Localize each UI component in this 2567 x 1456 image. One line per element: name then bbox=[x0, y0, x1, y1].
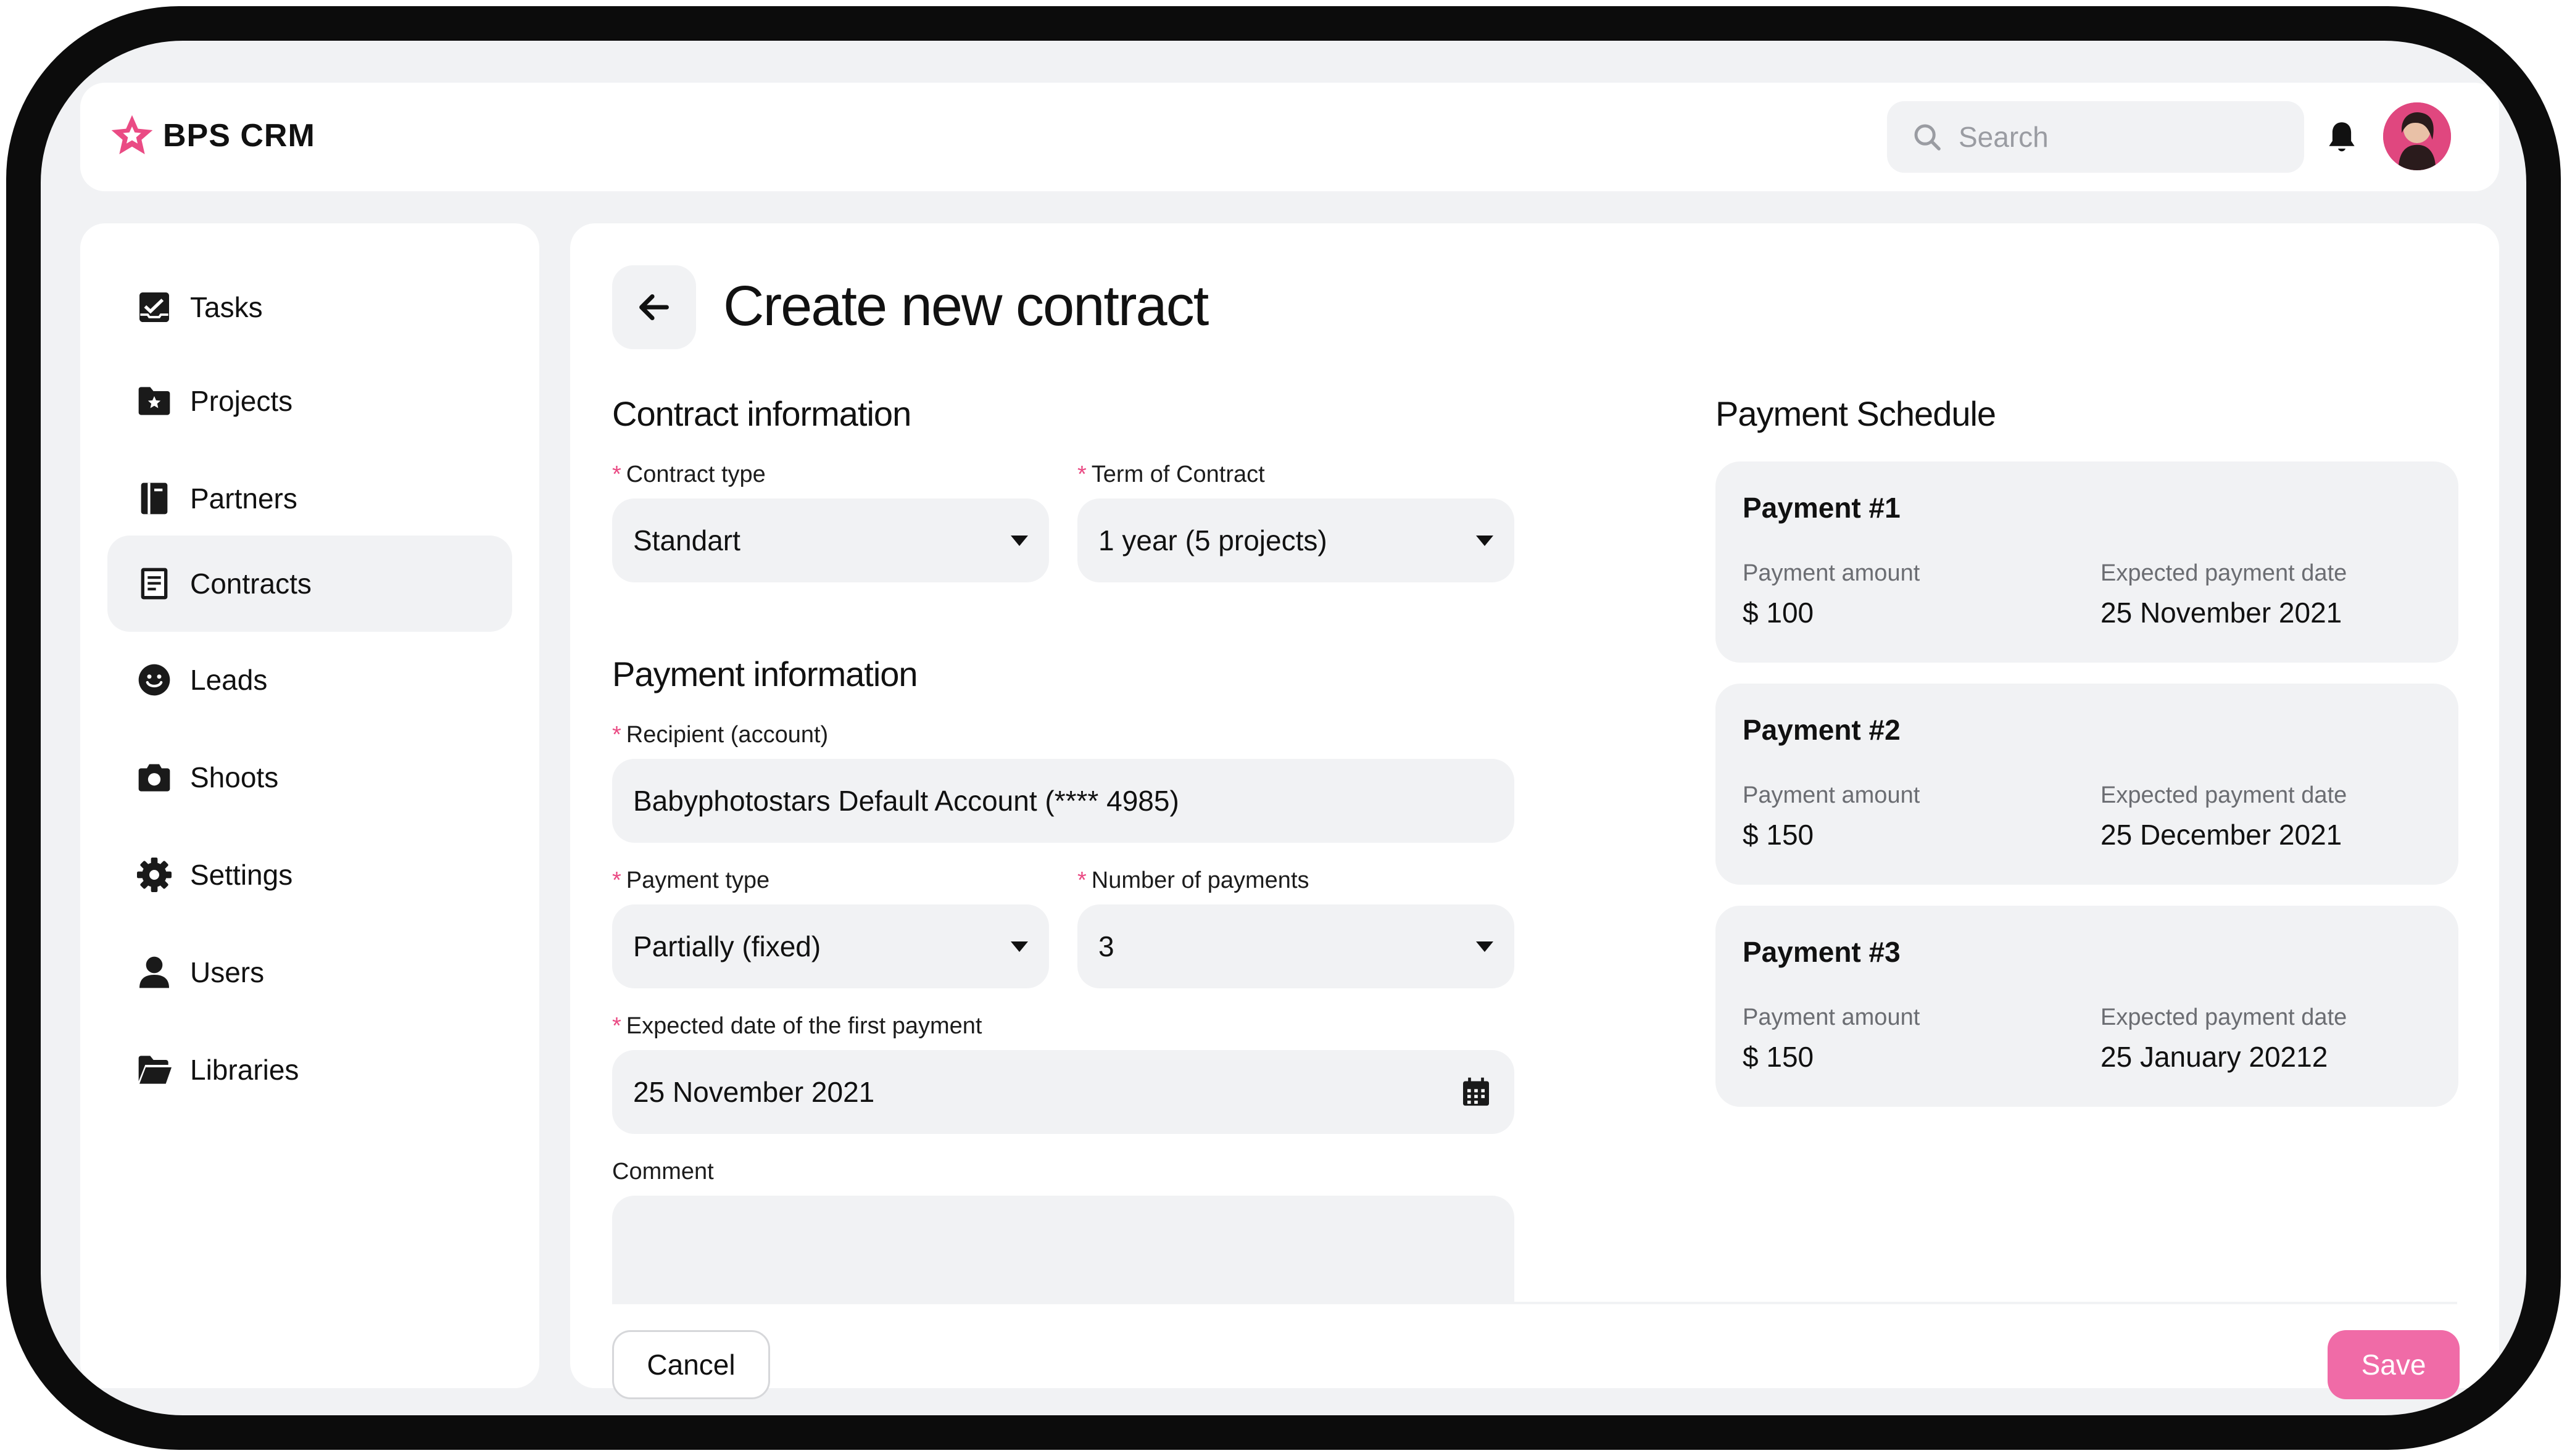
footer-divider bbox=[612, 1302, 2457, 1304]
num-payments-label: * Number of payments bbox=[1077, 867, 1309, 893]
payment-amount-value: $ 100 bbox=[1743, 597, 1814, 629]
payment-card: Payment #1 Payment amount $ 100 Expected… bbox=[1715, 461, 2458, 663]
num-payments-select[interactable]: 3 bbox=[1077, 904, 1514, 988]
first-date-value: 25 November 2021 bbox=[633, 1076, 875, 1108]
sidebar-item-contracts[interactable]: Contracts bbox=[107, 536, 512, 632]
sidebar-item-label: Users bbox=[190, 956, 265, 988]
contract-type-label: * Contract type bbox=[612, 461, 766, 487]
camera-icon bbox=[138, 764, 170, 792]
payment-type-label: * Payment type bbox=[612, 867, 770, 893]
term-label: * Term of Contract bbox=[1077, 461, 1265, 487]
payment-title: Payment #2 bbox=[1743, 714, 1901, 746]
term-select[interactable]: 1 year (5 projects) bbox=[1077, 498, 1514, 582]
search-box[interactable] bbox=[1887, 101, 2304, 173]
payment-amount-label: Payment amount bbox=[1743, 560, 1920, 586]
term-value: 1 year (5 projects) bbox=[1098, 524, 1327, 556]
payment-date-value: 25 January 20212 bbox=[2100, 1041, 2328, 1073]
search-input[interactable] bbox=[1957, 120, 2268, 154]
user-icon bbox=[139, 956, 169, 988]
avatar-image bbox=[2383, 102, 2451, 170]
tasks-icon bbox=[139, 292, 169, 322]
payment-title: Payment #1 bbox=[1743, 492, 1901, 524]
search-icon bbox=[1914, 124, 1941, 151]
sidebar-item-label: Settings bbox=[190, 859, 293, 891]
smiley-icon bbox=[138, 664, 170, 696]
sidebar-item-label: Projects bbox=[190, 385, 293, 417]
first-date-picker[interactable]: 25 November 2021 bbox=[612, 1050, 1514, 1134]
document-icon bbox=[141, 568, 168, 600]
payment-amount-value: $ 150 bbox=[1743, 819, 1814, 851]
page-title: Create new contract bbox=[723, 275, 1209, 337]
payment-amount-label: Payment amount bbox=[1743, 1004, 1920, 1030]
payment-card: Payment #2 Payment amount $ 150 Expected… bbox=[1715, 684, 2458, 885]
app-logo[interactable]: BPS CRM bbox=[107, 111, 315, 160]
arrow-left-icon bbox=[639, 294, 669, 320]
sidebar-item-label: Tasks bbox=[190, 291, 263, 323]
payment-type-select[interactable]: Partially (fixed) bbox=[612, 904, 1049, 988]
sidebar-item-leads[interactable]: Leads bbox=[107, 632, 512, 728]
contract-type-select[interactable]: Standart bbox=[612, 498, 1049, 582]
sidebar-item-label: Contracts bbox=[190, 568, 312, 600]
payment-info-title: Payment information bbox=[612, 655, 918, 693]
cancel-button[interactable]: Cancel bbox=[612, 1330, 770, 1399]
sidebar-item-settings[interactable]: Settings bbox=[107, 827, 512, 923]
sidebar-nav: Tasks Projects Partners Contracts Leads … bbox=[80, 223, 539, 1388]
sidebar-item-label: Libraries bbox=[190, 1054, 299, 1086]
save-button[interactable]: Save bbox=[2328, 1330, 2460, 1399]
main-panel: Create new contract Contract information… bbox=[570, 223, 2499, 1399]
back-button[interactable] bbox=[612, 265, 696, 349]
comment-label: Comment bbox=[612, 1159, 714, 1185]
app-screen: BPS CRM Search Tasks Projects Partners C… bbox=[41, 41, 2526, 1415]
contract-type-value: Standart bbox=[633, 524, 740, 556]
calendar-icon[interactable] bbox=[1459, 1075, 1493, 1109]
caret-down-icon bbox=[1011, 535, 1028, 546]
payment-date-label: Expected payment date bbox=[2100, 560, 2347, 586]
bell-icon[interactable] bbox=[2321, 117, 2362, 158]
top-header: BPS CRM bbox=[80, 83, 2499, 191]
user-avatar[interactable] bbox=[2383, 102, 2451, 170]
payment-amount-label: Payment amount bbox=[1743, 782, 1920, 808]
payment-schedule-title: Payment Schedule bbox=[1715, 394, 1996, 433]
device-frame: BPS CRM Search Tasks Projects Partners C… bbox=[6, 6, 2561, 1450]
payment-card: Payment #3 Payment amount $ 150 Expected… bbox=[1715, 906, 2458, 1107]
sidebar-item-partners[interactable]: Partners bbox=[107, 450, 512, 547]
app-name: BPS CRM bbox=[163, 118, 315, 154]
gear-icon bbox=[137, 858, 172, 892]
recipient-field[interactable]: Babyphotostars Default Account (**** 498… bbox=[612, 759, 1514, 843]
payment-date-value: 25 December 2021 bbox=[2100, 819, 2342, 851]
folder-star-icon bbox=[138, 387, 170, 415]
caret-down-icon bbox=[1476, 535, 1493, 546]
book-icon bbox=[141, 482, 168, 515]
payment-amount-value: $ 150 bbox=[1743, 1041, 1814, 1073]
folder-open-icon bbox=[138, 1056, 172, 1084]
payment-type-value: Partially (fixed) bbox=[633, 930, 821, 962]
star-logo-icon bbox=[111, 115, 153, 154]
recipient-value: Babyphotostars Default Account (**** 498… bbox=[633, 785, 1179, 817]
sidebar-item-users[interactable]: Users bbox=[107, 924, 512, 1020]
sidebar-item-shoots[interactable]: Shoots bbox=[107, 729, 512, 825]
contract-info-title: Contract information bbox=[612, 394, 911, 433]
caret-down-icon bbox=[1011, 941, 1028, 952]
caret-down-icon bbox=[1476, 941, 1493, 952]
sidebar-item-label: Partners bbox=[190, 482, 297, 515]
recipient-label: * Recipient (account) bbox=[612, 722, 829, 748]
payment-date-label: Expected payment date bbox=[2100, 782, 2347, 808]
payment-date-label: Expected payment date bbox=[2100, 1004, 2347, 1030]
sidebar-item-libraries[interactable]: Libraries bbox=[107, 1022, 512, 1118]
sidebar-item-label: Shoots bbox=[190, 761, 279, 793]
payment-title: Payment #3 bbox=[1743, 936, 1901, 968]
sidebar-item-label: Leads bbox=[190, 664, 268, 696]
payment-date-value: 25 November 2021 bbox=[2100, 597, 2342, 629]
sidebar-item-projects[interactable]: Projects bbox=[107, 353, 512, 449]
sidebar-item-tasks[interactable]: Tasks bbox=[107, 259, 512, 355]
first-date-label: * Expected date of the first payment bbox=[612, 1013, 982, 1039]
comment-textarea[interactable] bbox=[612, 1196, 1514, 1302]
num-payments-value: 3 bbox=[1098, 930, 1114, 962]
